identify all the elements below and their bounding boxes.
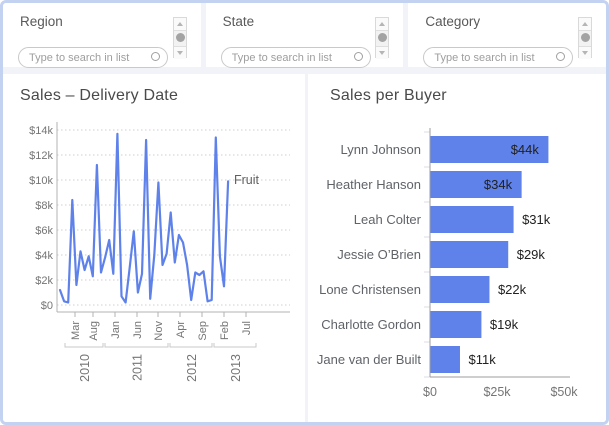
scrollbar[interactable] xyxy=(375,17,389,58)
bar-category-label: Leah Colter xyxy=(354,212,422,227)
x-tick-label: Sep xyxy=(197,321,209,341)
bar-category-label: Jessie O’Brien xyxy=(337,247,421,262)
bar-category-label: Lone Christensen xyxy=(319,282,421,297)
filter-title: Category xyxy=(425,14,480,29)
filter-search xyxy=(221,47,371,68)
scrollbar-thumb[interactable] xyxy=(581,33,590,42)
dashboard-frame: Region State Category xyxy=(0,0,609,425)
bar-category-label: Charlotte Gordon xyxy=(321,317,421,332)
filter-category: Category xyxy=(408,3,606,67)
bar[interactable] xyxy=(431,276,490,303)
scroll-up-button[interactable] xyxy=(579,18,591,31)
filter-bar: Region State Category xyxy=(3,3,606,67)
year-label: 2012 xyxy=(185,354,199,382)
x-tick-label: Apr xyxy=(175,321,187,338)
scroll-up-button[interactable] xyxy=(174,18,186,31)
bar-value-label: $29k xyxy=(517,247,546,262)
bar-value-label: $34k xyxy=(484,177,513,192)
scrollbar-track[interactable] xyxy=(579,31,591,46)
x-tick-label: Jun xyxy=(132,321,144,339)
filter-title: Region xyxy=(20,14,63,29)
filter-state: State xyxy=(206,3,404,67)
x-tick-label: Aug xyxy=(88,321,100,341)
scroll-down-button[interactable] xyxy=(376,46,388,59)
bar[interactable] xyxy=(431,241,509,268)
bar-category-label: Jane van der Built xyxy=(317,352,421,367)
y-tick-label: $12k xyxy=(29,150,53,162)
filter-search xyxy=(423,47,573,68)
search-icon xyxy=(354,52,363,61)
search-input[interactable] xyxy=(423,47,573,68)
x-tick-label: Jul xyxy=(241,321,253,335)
year-label: 2013 xyxy=(229,354,243,382)
year-bracket xyxy=(214,343,256,347)
x-tick-label: Nov xyxy=(153,321,165,341)
bar-value-label: $11k xyxy=(468,352,496,367)
sales-line-series[interactable] xyxy=(60,134,228,303)
search-icon xyxy=(151,52,160,61)
y-tick-label: $2k xyxy=(35,275,53,287)
scrollbar-thumb[interactable] xyxy=(378,33,387,42)
year-label: 2011 xyxy=(131,354,145,381)
scrollbar-thumb[interactable] xyxy=(176,33,185,42)
bar-value-label: $44k xyxy=(511,142,540,157)
year-bracket xyxy=(105,343,168,347)
year-label: 2010 xyxy=(78,354,92,382)
scroll-up-button[interactable] xyxy=(376,18,388,31)
x-tick-label: Mar xyxy=(70,321,82,340)
bar-chart-panel: Sales per Buyer Lynn Johnson$44kHeather … xyxy=(308,74,606,422)
triangle-down-icon xyxy=(582,51,588,55)
y-tick-label: $14k xyxy=(29,125,53,137)
y-tick-label: $0 xyxy=(41,300,53,312)
line-chart-panel: Sales – Delivery Date $0$2k$4k$6k$8k$10k… xyxy=(3,74,305,422)
series-label: Fruit xyxy=(234,173,260,187)
filter-title: State xyxy=(223,14,255,29)
triangle-up-icon xyxy=(582,22,588,26)
y-tick-label: $4k xyxy=(35,250,53,262)
search-input[interactable] xyxy=(18,47,168,68)
y-tick-label: $8k xyxy=(35,200,53,212)
search-input[interactable] xyxy=(221,47,371,68)
scrollbar-track[interactable] xyxy=(174,31,186,46)
bar[interactable] xyxy=(431,346,460,373)
x-tick-label: $0 xyxy=(423,385,437,399)
bar[interactable] xyxy=(431,311,482,338)
bar-category-label: Lynn Johnson xyxy=(341,142,421,157)
bar-category-label: Heather Hanson xyxy=(326,177,421,192)
scroll-down-button[interactable] xyxy=(174,46,186,59)
year-bracket xyxy=(65,343,103,347)
scroll-down-button[interactable] xyxy=(579,46,591,59)
bar-value-label: $31k xyxy=(522,212,551,227)
scrollbar[interactable] xyxy=(173,17,187,58)
triangle-up-icon xyxy=(177,22,183,26)
x-tick-label: Feb xyxy=(219,321,231,340)
bar-value-label: $19k xyxy=(490,317,519,332)
triangle-down-icon xyxy=(177,51,183,55)
triangle-up-icon xyxy=(379,22,385,26)
y-tick-label: $10k xyxy=(29,175,53,187)
bar-value-label: $22k xyxy=(498,282,527,297)
scrollbar[interactable] xyxy=(578,17,592,58)
scrollbar-track[interactable] xyxy=(376,31,388,46)
filter-search xyxy=(18,47,168,68)
sales-delivery-line-chart[interactable]: $0 $2k $4k $6k $8k $10k $12k $14k Mar Aug Jan Jun No… xyxy=(3,74,305,422)
filter-region: Region xyxy=(3,3,201,67)
y-tick-label: $6k xyxy=(35,225,53,237)
sales-per-buyer-bar-chart[interactable]: Lynn Johnson $44k Heather Hanson $34k Leah C… xyxy=(308,74,606,422)
year-bracket xyxy=(170,343,212,347)
x-tick-label: Jan xyxy=(110,321,122,339)
chart-panels: Sales – Delivery Date $0$2k$4k$6k$8k$10k… xyxy=(3,74,606,422)
x-tick-label: $50k xyxy=(550,385,578,399)
triangle-down-icon xyxy=(379,51,385,55)
bar[interactable] xyxy=(431,206,514,233)
x-tick-label: $25k xyxy=(483,385,511,399)
